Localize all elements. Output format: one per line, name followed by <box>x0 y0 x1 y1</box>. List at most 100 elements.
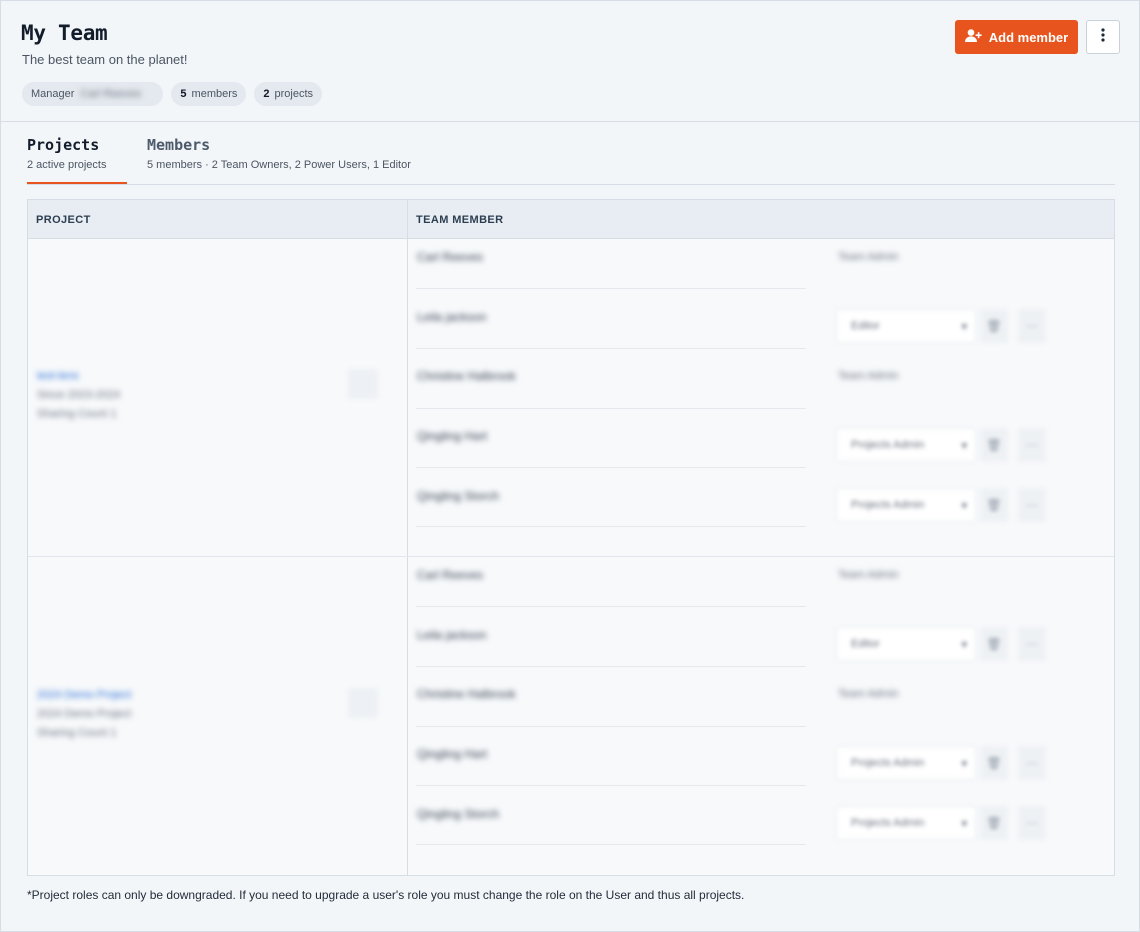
role-select-value: Editor <box>851 320 880 332</box>
remove-member-button[interactable]: 🗑 <box>980 428 1008 462</box>
member-divider <box>416 526 806 527</box>
member-name: Christine Halbrook <box>417 687 516 701</box>
project-link[interactable]: test-lens <box>37 367 120 386</box>
page-title: My Team <box>21 21 108 45</box>
chevron-down-icon: ▾ <box>961 439 967 452</box>
projects-table: PROJECT TEAM MEMBER test-lens Since 2023… <box>27 199 1115 876</box>
member-divider <box>416 467 806 468</box>
member-name: Qingling Storch <box>417 807 500 821</box>
role-select-value: Projects Admin <box>851 499 925 511</box>
member-menu-button[interactable]: ⋯ <box>1018 309 1046 343</box>
tab-members-subtitle: 5 members · 2 Team Owners, 2 Power Users… <box>147 159 411 171</box>
chevron-down-icon: ▾ <box>961 638 967 651</box>
member-menu-button[interactable]: ⋯ <box>1018 428 1046 462</box>
remove-member-button[interactable]: 🗑 <box>980 746 1008 780</box>
tab-members-title: Members <box>147 136 211 154</box>
roles-footnote: *Project roles can only be downgraded. I… <box>27 888 745 902</box>
member-divider <box>416 606 806 607</box>
member-menu-button[interactable]: ⋯ <box>1018 627 1046 661</box>
chevron-down-icon: ▾ <box>961 757 967 770</box>
project-meta: Sharing Count 1 <box>37 408 117 420</box>
member-divider <box>416 726 806 727</box>
role-select[interactable]: Editor ▾ <box>836 309 976 343</box>
remove-member-button[interactable]: 🗑 <box>980 806 1008 840</box>
ellipsis-icon: ⋯ <box>1026 319 1038 333</box>
team-header: My Team The best team on the planet! Man… <box>1 1 1139 122</box>
add-member-label: Add member <box>988 29 1069 45</box>
role-select[interactable]: Projects Admin ▾ <box>836 428 976 462</box>
remove-member-button[interactable]: 🗑 <box>980 488 1008 522</box>
projects-count-chip: 2 projects <box>254 82 323 106</box>
ellipsis-icon: ⋯ <box>1026 637 1038 651</box>
member-divider <box>416 408 806 409</box>
member-role: Team Admin <box>838 688 899 700</box>
member-name: Qingling Storch <box>417 489 500 503</box>
project-link[interactable]: 2024 Demo Project <box>37 686 131 705</box>
project-action-button[interactable] <box>348 369 378 399</box>
member-menu-button[interactable]: ⋯ <box>1018 488 1046 522</box>
remove-member-button[interactable]: 🗑 <box>980 309 1008 343</box>
trash-icon: 🗑 <box>986 637 1002 651</box>
ellipsis-icon: ⋯ <box>1026 756 1038 770</box>
table-row: 2024 Demo Project 2024 Demo Project Shar… <box>28 557 1114 875</box>
member-name: Carl Reeves <box>417 568 484 582</box>
trash-icon: 🗑 <box>986 756 1002 770</box>
member-divider <box>416 844 806 845</box>
ellipsis-icon: ⋯ <box>1026 498 1038 512</box>
role-select[interactable]: Projects Admin ▾ <box>836 746 976 780</box>
member-divider <box>416 785 806 786</box>
team-summary-chips: Manager Carl Reeves 5 members 2 projects <box>22 82 323 106</box>
role-select-value: Projects Admin <box>851 817 925 829</box>
project-meta: Sharing Count 1 <box>37 727 117 739</box>
project-meta: 2024 Demo Project <box>37 708 132 720</box>
more-options-button[interactable] <box>1086 20 1120 54</box>
chevron-down-icon: ▾ <box>961 320 967 333</box>
project-action-button[interactable] <box>348 688 378 718</box>
member-name: Qingling Hart <box>417 747 488 761</box>
team-page: My Team The best team on the planet! Man… <box>0 0 1140 932</box>
ellipsis-icon: ⋯ <box>1026 438 1038 452</box>
project-info: test-lens Since 2023-2024 Sharing Count … <box>37 367 120 424</box>
table-header: PROJECT TEAM MEMBER <box>28 200 1114 239</box>
projects-count: 2 <box>263 88 270 100</box>
manager-chip: Manager Carl Reeves <box>22 82 164 106</box>
role-select[interactable]: Editor ▾ <box>836 627 976 661</box>
add-user-icon <box>964 29 982 45</box>
team-description: The best team on the planet! <box>22 52 188 67</box>
tab-projects-subtitle: 2 active projects <box>27 159 107 171</box>
projects-count-label: projects <box>274 88 314 100</box>
column-header-team-member: TEAM MEMBER <box>416 213 504 226</box>
add-member-button[interactable]: Add member <box>955 20 1078 54</box>
manager-name: Carl Reeves <box>80 88 141 100</box>
member-name: Carl Reeves <box>417 250 484 264</box>
role-select[interactable]: Projects Admin ▾ <box>836 806 976 840</box>
member-divider <box>416 666 806 667</box>
member-divider <box>416 288 806 289</box>
member-role: Team Admin <box>838 251 899 263</box>
chevron-down-icon: ▾ <box>961 499 967 512</box>
trash-icon: 🗑 <box>986 438 1002 452</box>
members-count: 5 <box>180 88 187 100</box>
role-select-value: Projects Admin <box>851 439 925 451</box>
column-header-project: PROJECT <box>36 213 91 226</box>
team-tabs: Projects 2 active projects Members 5 mem… <box>27 131 1115 185</box>
table-row: test-lens Since 2023-2024 Sharing Count … <box>28 239 1114 556</box>
members-count-chip: 5 members <box>171 82 247 106</box>
role-select[interactable]: Projects Admin ▾ <box>836 488 976 522</box>
member-menu-button[interactable]: ⋯ <box>1018 806 1046 840</box>
member-divider <box>416 348 806 349</box>
member-name: Leila jackson <box>417 310 487 324</box>
member-menu-button[interactable]: ⋯ <box>1018 746 1046 780</box>
member-name: Qingling Hart <box>417 429 488 443</box>
remove-member-button[interactable]: 🗑 <box>980 627 1008 661</box>
role-select-value: Editor <box>851 638 880 650</box>
member-name: Leila jackson <box>417 628 487 642</box>
kebab-menu-icon <box>1101 27 1105 47</box>
tab-projects[interactable]: Projects 2 active projects <box>27 136 106 171</box>
tab-members[interactable]: Members 5 members · 2 Team Owners, 2 Pow… <box>147 136 411 171</box>
ellipsis-icon: ⋯ <box>1026 816 1038 830</box>
project-info: 2024 Demo Project 2024 Demo Project Shar… <box>37 686 131 743</box>
chevron-down-icon: ▾ <box>961 817 967 830</box>
member-role: Team Admin <box>838 569 899 581</box>
tab-projects-title: Projects <box>27 136 100 154</box>
